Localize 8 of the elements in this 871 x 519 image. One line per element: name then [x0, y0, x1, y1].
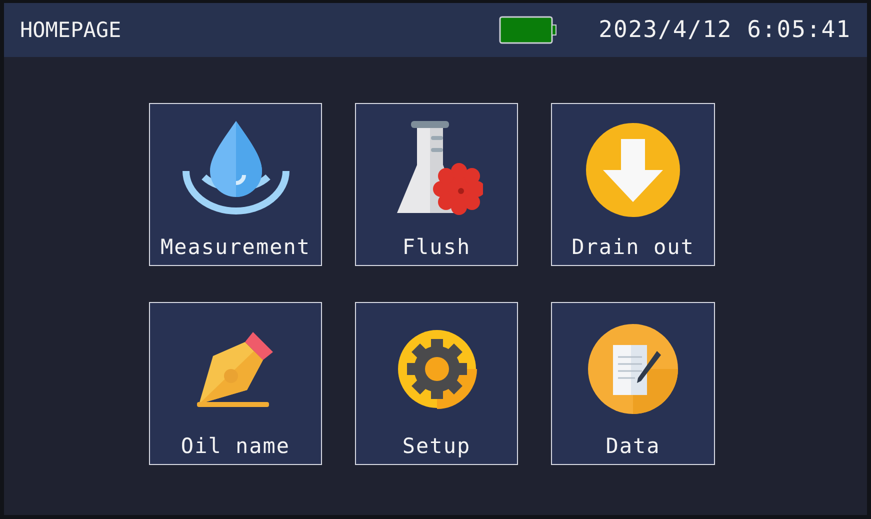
menu-tile[interactable]: Data: [551, 302, 715, 465]
menu-tile[interactable]: Measurement: [149, 103, 322, 266]
menu-tile[interactable]: Setup: [355, 302, 518, 465]
menu-tile[interactable]: Flush: [355, 103, 518, 266]
menu-tile[interactable]: Oil name: [149, 302, 322, 465]
page-title: HOMEPAGE: [20, 18, 122, 42]
menu-tile[interactable]: Drain out: [551, 103, 715, 266]
date-time: 2023/4/12 6:05:41: [598, 17, 851, 43]
